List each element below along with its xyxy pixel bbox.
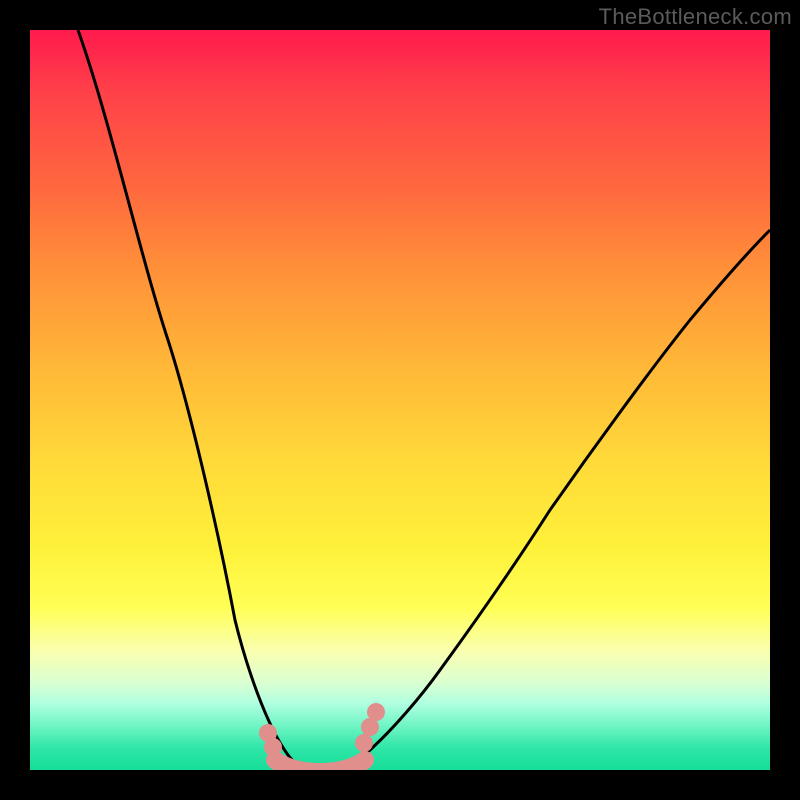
chart-plot-area [30,30,770,770]
right-curve [338,230,770,770]
left-curve [78,30,308,770]
valley-dot [264,738,282,756]
valley-dot [367,703,385,721]
chart-frame: TheBottleneck.com [0,0,800,800]
chart-svg [30,30,770,770]
watermark-text: TheBottleneck.com [599,4,792,30]
valley-floor [275,760,365,770]
valley-dot [355,734,373,752]
